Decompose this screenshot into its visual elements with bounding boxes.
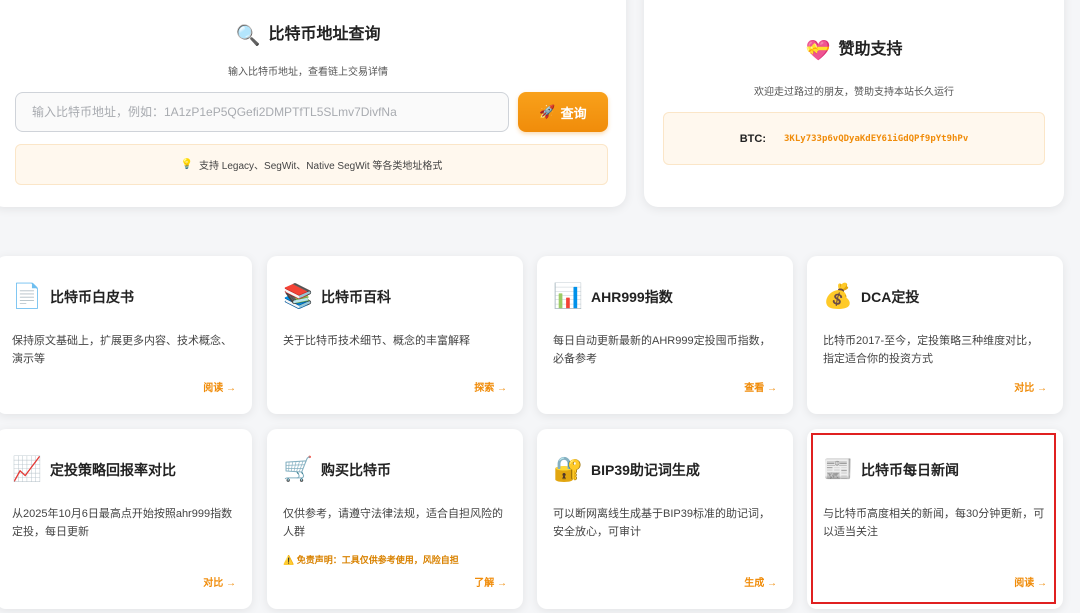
card-bip39[interactable]: 🔐 BIP39助记词生成 可以断网离线生成基于BIP39标准的助记词，安全放心，可… bbox=[537, 429, 793, 609]
card-link-explore[interactable]: 探索 → bbox=[474, 379, 507, 394]
card-title: AHR999指数 bbox=[591, 289, 673, 305]
heart-gift-icon: 💝 bbox=[805, 40, 831, 62]
card-link-generate[interactable]: 生成 → bbox=[744, 574, 777, 589]
books-icon: 📚 bbox=[283, 283, 313, 310]
search-title: 🔍 比特币地址查询 bbox=[235, 25, 381, 47]
bar-chart-icon: 📊 bbox=[553, 283, 583, 310]
card-description: 仅供参考，请遵守法律法规，适合自担风险的人群 bbox=[283, 508, 503, 538]
card-title: BIP39助记词生成 bbox=[591, 462, 700, 478]
money-bag-icon: 💰 bbox=[823, 283, 853, 310]
donate-subtitle: 欢迎走过路过的朋友，赞助支持本站长久运行 bbox=[754, 87, 954, 98]
card-link-read[interactable]: 阅读 → bbox=[1014, 574, 1047, 589]
card-link-compare[interactable]: 对比 → bbox=[1014, 379, 1047, 394]
lightbulb-icon: 💡 bbox=[180, 159, 194, 170]
card-title: 比特币每日新闻 bbox=[861, 462, 959, 478]
card-description: 比特币2017-至今，定投策略三种维度对比，指定适合你的投资方式 bbox=[823, 335, 1039, 365]
card-description: 每日自动更新最新的AHR999定投囤币指数，必备参考 bbox=[553, 335, 771, 365]
search-button[interactable]: 🚀 查询 bbox=[518, 92, 608, 132]
trend-up-icon: 📈 bbox=[12, 456, 42, 483]
card-title: 定投策略回报率对比 bbox=[50, 462, 176, 478]
card-link-compare[interactable]: 对比 → bbox=[203, 574, 236, 589]
card-description: 可以断网离线生成基于BIP39标准的助记词，安全放心，可审计 bbox=[553, 508, 770, 538]
donate-title: 💝 赞助支持 bbox=[805, 40, 903, 62]
donate-panel: 💝 赞助支持 欢迎走过路过的朋友，赞助支持本站长久运行 BTC: 3KLy733p… bbox=[644, 0, 1064, 207]
card-ahr999[interactable]: 📊 AHR999指数 每日自动更新最新的AHR999定投囤币指数，必备参考 查看 … bbox=[537, 256, 793, 414]
card-buy-bitcoin[interactable]: 🛒 购买比特币 仅供参考，请遵守法律法规，适合自担风险的人群 ⚠️ 免责声明：工具… bbox=[267, 429, 523, 609]
card-title: 比特币百科 bbox=[321, 289, 391, 305]
card-description: 关于比特币技术细节、概念的丰富解释 bbox=[283, 335, 470, 347]
shopping-cart-icon: 🛒 bbox=[283, 456, 313, 483]
card-daily-news[interactable]: 📰 比特币每日新闻 与比特币高度相关的新闻，每30分钟更新，可以适当关注 阅读 → bbox=[807, 429, 1063, 609]
card-description: 与比特币高度相关的新闻，每30分钟更新，可以适当关注 bbox=[823, 508, 1045, 538]
disclaimer-warning: ⚠️ 免责声明：工具仅供参考使用，风险自担 bbox=[283, 555, 459, 565]
card-strategy-returns[interactable]: 📈 定投策略回报率对比 从2025年10月6日最高点开始按照ahr999指数定投，… bbox=[0, 429, 252, 609]
address-search-input[interactable] bbox=[15, 92, 509, 132]
card-dca[interactable]: 💰 DCA定投 比特币2017-至今，定投策略三种维度对比，指定适合你的投资方式 … bbox=[807, 256, 1063, 414]
document-icon: 📄 bbox=[12, 283, 42, 310]
btc-address[interactable]: 3KLy733p6vQDyaKdEY61iGdQPf9pYt9hPv bbox=[784, 134, 968, 144]
card-title: 比特币白皮书 bbox=[50, 289, 134, 305]
card-title: DCA定投 bbox=[861, 289, 920, 305]
card-link-read[interactable]: 阅读 → bbox=[203, 379, 236, 394]
card-description: 保持原文基础上，扩展更多内容、技术概念、演示等 bbox=[12, 335, 232, 365]
lock-icon: 🔐 bbox=[553, 456, 583, 483]
card-whitepaper[interactable]: 📄 比特币白皮书 保持原文基础上，扩展更多内容、技术概念、演示等 阅读 → bbox=[0, 256, 252, 414]
card-title: 购买比特币 bbox=[321, 462, 391, 478]
btc-address-box: BTC: 3KLy733p6vQDyaKdEY61iGdQPf9pYt9hPv bbox=[663, 112, 1045, 165]
card-link-view[interactable]: 查看 → bbox=[744, 379, 777, 394]
card-encyclopedia[interactable]: 📚 比特币百科 关于比特币技术细节、概念的丰富解释 探索 → bbox=[267, 256, 523, 414]
search-subtitle: 输入比特币地址，查看链上交易详情 bbox=[228, 67, 388, 78]
magnifier-icon: 🔍 bbox=[235, 25, 261, 47]
rocket-icon: 🚀 bbox=[539, 104, 556, 119]
card-description: 从2025年10月6日最高点开始按照ahr999指数定投，每日更新 bbox=[12, 508, 233, 538]
btc-label: BTC: bbox=[739, 132, 767, 145]
newspaper-icon: 📰 bbox=[823, 456, 853, 483]
card-link-learn[interactable]: 了解 → bbox=[474, 574, 507, 589]
address-search-panel: 🔍比特币地址查询 输入比特币地址，查看链上交易详情 🚀查询 💡支持 Legacy… bbox=[0, 0, 626, 207]
format-tip: 💡 支持 Legacy、SegWit、Native SegWit 等各类地址格式 bbox=[15, 144, 608, 185]
